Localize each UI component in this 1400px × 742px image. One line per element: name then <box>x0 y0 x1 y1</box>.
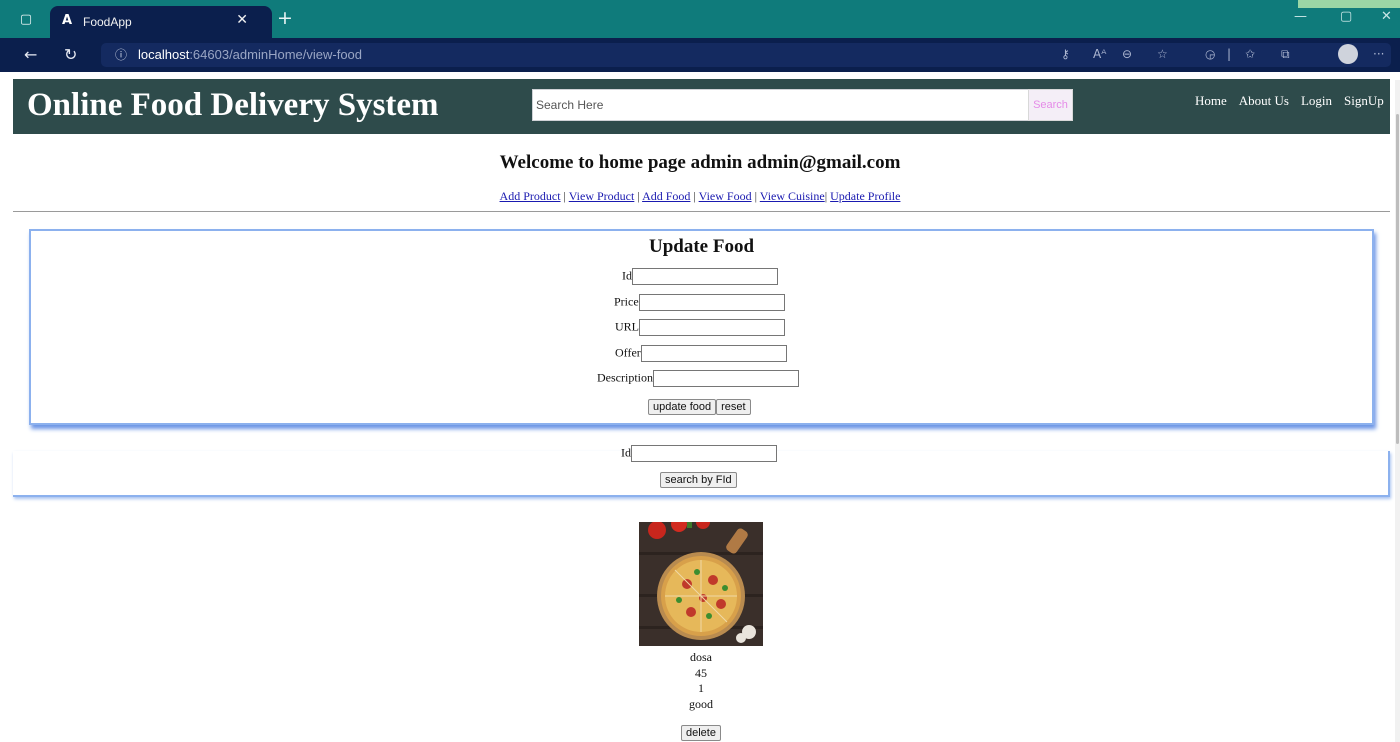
tab-title: FoodApp <box>83 15 132 29</box>
minimize-icon[interactable]: — <box>1294 9 1307 24</box>
new-tab-icon[interactable]: + <box>277 7 293 29</box>
browser-toolbar: ← ↻ ⓘ localhost:64603/adminHome/view-foo… <box>0 38 1400 72</box>
update-profile-link[interactable]: Update Profile <box>830 189 900 203</box>
pizza-image <box>639 522 763 646</box>
search-input[interactable] <box>532 89 1042 121</box>
id-label: Id <box>622 268 632 283</box>
back-icon[interactable]: ← <box>24 45 37 64</box>
tab-actions-icon[interactable]: ▢ <box>16 10 36 30</box>
browser-tab-bar: ▢ A FoodApp ✕ + — ▢ ✕ <box>0 0 1400 38</box>
site-info-icon[interactable]: ⓘ <box>115 46 127 63</box>
view-food-link[interactable]: View Food <box>699 189 752 203</box>
view-product-link[interactable]: View Product <box>569 189 635 203</box>
food-price: 45 <box>695 665 707 680</box>
tab-favicon: A <box>62 13 73 28</box>
welcome-heading: Welcome to home page admin admin@gmail.c… <box>499 152 901 173</box>
toolbar-divider: | <box>1227 47 1232 61</box>
price-row: Price <box>614 294 785 311</box>
update-food-title: Update Food <box>648 236 755 257</box>
food-card: dosa 45 1 good delete <box>639 522 763 741</box>
divider <box>13 211 1390 212</box>
add-food-link[interactable]: Add Food <box>642 189 690 203</box>
admin-links: Add Product | View Product | Add Food | … <box>499 189 901 203</box>
read-aloud-icon[interactable]: Aᴬ <box>1093 47 1106 61</box>
zoom-icon[interactable]: ⊖ <box>1122 47 1132 61</box>
url-text: localhost:64603/adminHome/view-food <box>138 47 363 62</box>
site-header: Online Food Delivery System Search Home … <box>13 79 1390 134</box>
id-row: Id <box>622 268 778 285</box>
food-offer: 1 <box>698 681 704 695</box>
collections-icon[interactable]: ⧉ <box>1281 47 1290 62</box>
window-corner-decoration <box>1298 0 1400 8</box>
nav-login-link[interactable]: Login <box>1301 93 1332 108</box>
price-field[interactable] <box>638 294 785 311</box>
key-icon[interactable]: ⚷ <box>1061 47 1070 61</box>
more-menu-icon[interactable]: ··· <box>1373 47 1384 61</box>
reset-button[interactable]: reset <box>716 399 751 415</box>
url-label: URL <box>615 319 639 334</box>
price-label: Price <box>614 294 639 309</box>
nav-signup-link[interactable]: SignUp <box>1344 93 1384 108</box>
nav-home-link[interactable]: Home <box>1195 93 1227 108</box>
search-by-id-panel: Id search by FId <box>13 445 1390 497</box>
profile-avatar[interactable] <box>1338 44 1358 64</box>
browser-tab[interactable]: A FoodApp ✕ <box>50 6 272 38</box>
delete-button[interactable]: delete <box>681 725 721 741</box>
url-row: URL <box>615 319 785 336</box>
offer-field[interactable] <box>640 345 787 362</box>
url-field[interactable] <box>639 319 785 336</box>
restore-icon[interactable]: ▢ <box>1340 9 1352 24</box>
page-scrollbar-thumb[interactable] <box>1396 114 1399 444</box>
description-row: Description <box>597 370 799 387</box>
add-product-link[interactable]: Add Product <box>500 189 561 203</box>
food-description: good <box>689 696 713 711</box>
update-food-button[interactable]: update food <box>648 399 717 415</box>
favorites-bar-icon[interactable]: ✩ <box>1245 47 1255 61</box>
extensions-icon[interactable]: ◶ <box>1205 47 1215 61</box>
search-button[interactable]: Search <box>1028 89 1073 121</box>
description-field[interactable] <box>653 370 799 387</box>
offer-label: Offer <box>615 345 641 360</box>
address-bar[interactable]: ⓘ localhost:64603/adminHome/view-food ⚷ … <box>101 43 1391 67</box>
search-id-row: Id <box>621 445 777 462</box>
offer-row: Offer <box>615 345 787 362</box>
search-id-label: Id <box>621 445 631 460</box>
nav-about-link[interactable]: About Us <box>1239 93 1289 108</box>
close-tab-icon[interactable]: ✕ <box>236 12 248 28</box>
search-by-fid-button[interactable]: search by FId <box>660 472 737 488</box>
site-title: Online Food Delivery System <box>27 87 439 123</box>
search-id-field[interactable] <box>631 445 777 462</box>
top-nav: Home About Us Login SignUp <box>1195 92 1392 110</box>
update-food-panel: Update Food Id Price URL Offer Descripti… <box>29 229 1374 425</box>
close-window-icon[interactable]: ✕ <box>1381 9 1392 24</box>
favorite-icon[interactable]: ☆ <box>1157 47 1168 61</box>
view-cuisine-link[interactable]: View Cuisine <box>760 189 825 203</box>
id-field[interactable] <box>632 268 778 285</box>
food-details: dosa 45 1 good <box>639 650 763 712</box>
refresh-icon[interactable]: ↻ <box>64 45 77 64</box>
food-name: dosa <box>690 650 712 664</box>
description-label: Description <box>597 370 653 385</box>
form-buttons: update food reset <box>648 397 751 415</box>
